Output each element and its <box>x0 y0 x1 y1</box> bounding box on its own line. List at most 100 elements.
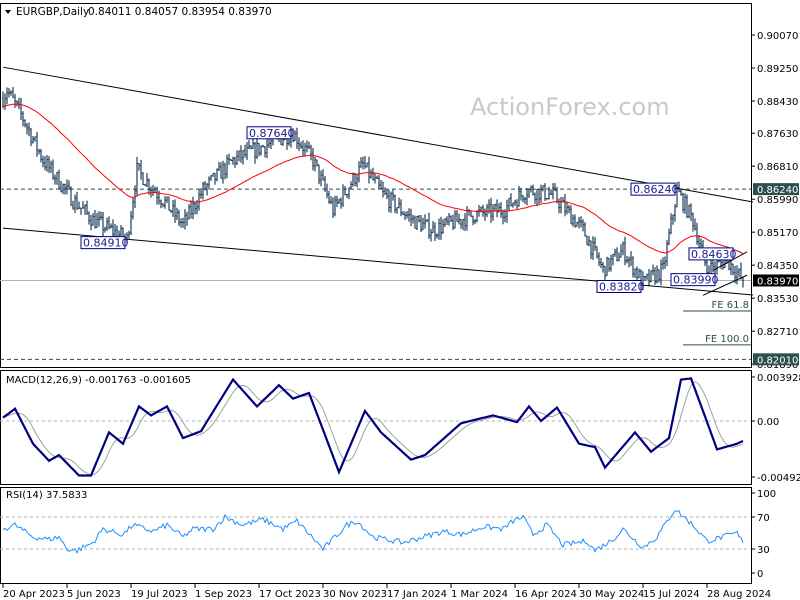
ohlc-bar <box>240 145 242 163</box>
ohlc-bar <box>90 214 92 231</box>
ohlc-bar <box>76 191 78 210</box>
ohlc-bar <box>56 171 58 185</box>
ohlc-bar <box>268 138 270 148</box>
ohlc-bar <box>98 211 100 227</box>
ohlc-bar <box>596 246 598 259</box>
ohlc-bar <box>74 194 76 213</box>
ohlc-bar <box>402 210 404 216</box>
ohlc-bar <box>690 203 692 221</box>
macd-title: MACD(12,26,9) -0.001763 -0.001605 <box>6 375 191 386</box>
ohlc-bar <box>490 197 492 223</box>
ohlc-bar <box>194 201 196 215</box>
ohlc-bar <box>220 162 222 179</box>
ohlc-bar <box>458 213 460 225</box>
ohlc-bar <box>214 172 216 185</box>
ohlc-bar <box>72 200 74 210</box>
ohlc-bar <box>466 206 468 231</box>
ohlc-bar <box>300 141 302 149</box>
date-tick-label: 17 Jan 2024 <box>387 589 447 600</box>
ohlc-bar <box>314 156 316 172</box>
ohlc-bar <box>578 217 580 229</box>
ohlc-bar <box>420 214 422 233</box>
ohlc-bar <box>142 172 144 186</box>
ohlc-bar <box>464 213 466 231</box>
ohlc-bar <box>310 144 312 161</box>
price-tick-label: 0.87630 <box>757 129 798 140</box>
ohlc-bar <box>448 212 450 226</box>
ohlc-bar <box>586 235 588 246</box>
ohlc-bar <box>164 196 166 209</box>
ohlc-bar <box>44 156 46 171</box>
ohlc-bar <box>610 254 612 272</box>
ohlc-bar <box>20 97 22 121</box>
ohlc-bar <box>160 199 162 209</box>
ohlc-bar <box>536 188 538 207</box>
ohlc-bar <box>184 209 186 230</box>
ohlc-bar <box>202 181 204 200</box>
collapse-triangle-icon[interactable] <box>5 10 11 14</box>
ohlc-bar <box>590 240 592 260</box>
ohlc-bar <box>356 174 358 188</box>
ohlc-bar <box>550 189 552 196</box>
date-tick-label: 17 Oct 2023 <box>259 589 321 600</box>
ohlc-bar <box>132 197 134 220</box>
price-annotation-label: 0.84910 <box>83 237 129 250</box>
ohlc-bar <box>630 251 632 266</box>
ohlc-bar <box>686 194 688 219</box>
ohlc-bar <box>654 267 656 285</box>
ohlc-bar <box>454 209 456 229</box>
macd-tick-label: 0.00 <box>757 417 779 428</box>
chart-canvas[interactable]: ActionForex.com EURGBP,Daily 0.84011 0.8… <box>0 0 800 600</box>
ohlc-bar <box>84 204 86 215</box>
ohlc-bar <box>552 183 554 200</box>
ohlc-bar <box>688 204 690 219</box>
ohlc-bar <box>692 212 694 232</box>
ohlc-bar <box>68 180 70 191</box>
ohlc-bar <box>28 122 30 137</box>
ohlc-bar <box>330 196 332 205</box>
ohlc-bar <box>500 202 502 218</box>
ohlc-bar <box>698 235 700 249</box>
ohlc-bar <box>542 185 544 192</box>
ohlc-bar <box>80 207 82 215</box>
ohlc-bar <box>430 228 432 242</box>
ohlc-bar <box>574 214 576 228</box>
rsi-tick-label: 0 <box>757 569 763 580</box>
ohlc-bar <box>638 268 640 279</box>
ohlc-bar <box>336 195 338 208</box>
ohlc-bar <box>418 215 420 223</box>
ohlc-bar <box>230 158 232 162</box>
ohlc-bar <box>388 189 390 213</box>
ohlc-bar <box>26 123 28 135</box>
price-annotation-label: 0.87640 <box>249 127 295 140</box>
ohlc-bar <box>510 193 512 207</box>
ohlc-bar <box>34 136 36 142</box>
ohlc-bar <box>266 139 268 159</box>
ohlc-bar <box>378 174 380 190</box>
ohlc-bar <box>234 156 236 168</box>
ohlc-bar <box>516 199 518 210</box>
ohlc-bar <box>662 257 664 270</box>
ohlc-bar <box>40 148 42 163</box>
ohlc-bar <box>502 209 504 225</box>
ohlc-bar <box>422 217 424 231</box>
price-tick-label: 0.82710 <box>757 327 798 338</box>
date-tick-label: 1 Sep 2023 <box>195 589 252 600</box>
ohlc-bar <box>248 140 250 150</box>
ohlc-bar <box>674 203 676 222</box>
ohlc-bar <box>472 215 474 226</box>
last-price-label: 0.83970 <box>757 276 798 287</box>
ohlc-bar <box>308 141 310 150</box>
ohlc-bar <box>140 159 142 180</box>
ohlc-bar <box>634 268 636 279</box>
ohlc-bar <box>606 256 608 277</box>
fib-level-label: FE 61.8 <box>711 300 749 311</box>
ohlc-bar <box>680 188 682 196</box>
ohlc-bar <box>92 213 94 226</box>
ohlc-bar <box>312 147 314 171</box>
ohlc-bar <box>538 188 540 205</box>
ohlc-bar <box>618 252 620 262</box>
ohlc-bar <box>530 185 532 193</box>
ohlc-bar <box>250 145 252 150</box>
ohlc-bar <box>108 216 110 230</box>
